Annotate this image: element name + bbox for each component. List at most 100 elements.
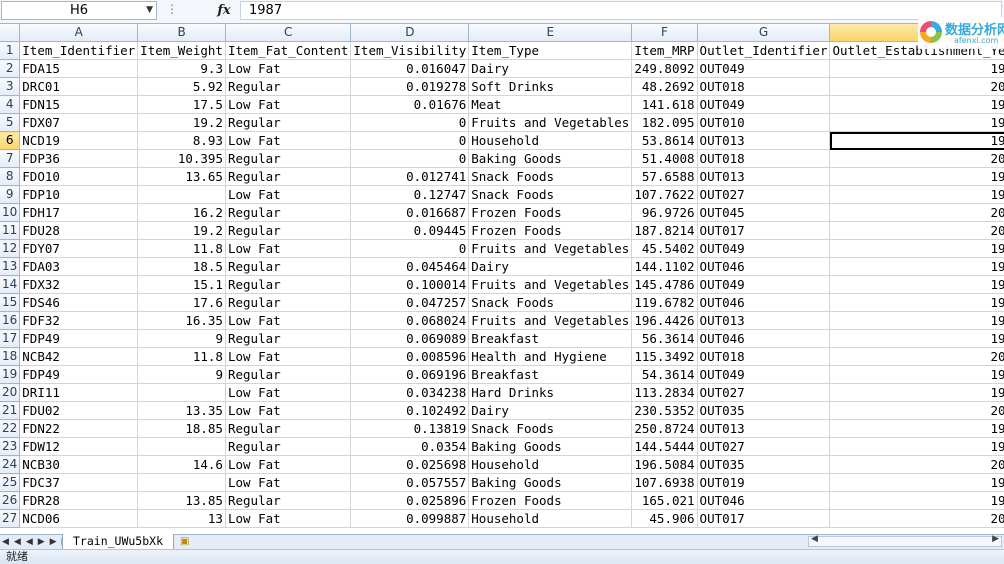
drag-handle-icon[interactable]: ⋮ (166, 2, 178, 16)
scroll-left-icon[interactable]: ◀ (811, 534, 818, 544)
row-header[interactable]: 11 (0, 221, 21, 240)
cell[interactable]: 13.85 (137, 491, 226, 510)
cell[interactable]: 18.85 (137, 419, 226, 438)
cell[interactable]: 0.047257 (350, 293, 470, 312)
cell[interactable]: 107.6938 (631, 473, 698, 492)
cell[interactable]: OUT017 (697, 221, 831, 240)
row-header[interactable]: 14 (0, 275, 21, 294)
row-header[interactable]: 27 (0, 509, 21, 528)
cell[interactable]: Regular (225, 77, 352, 96)
horizontal-scrollbar[interactable]: ◀ ▶ (808, 534, 1002, 547)
cell[interactable]: 144.5444 (631, 437, 698, 456)
row-header[interactable]: 12 (0, 239, 21, 258)
cell[interactable]: Dairy (468, 59, 633, 78)
cell[interactable]: 0 (350, 131, 470, 150)
cell[interactable]: 187.8214 (631, 221, 698, 240)
cell[interactable]: FDX32 (19, 275, 139, 294)
cell[interactable]: FDP36 (19, 149, 139, 168)
cell[interactable]: Low Fat (225, 509, 352, 528)
cell[interactable]: 196.4426 (631, 311, 698, 330)
cell[interactable]: Snack Foods (468, 293, 633, 312)
cell[interactable]: NCD06 (19, 509, 139, 528)
cell[interactable]: 2004 (829, 401, 1004, 420)
cell[interactable]: Health and Hygiene (468, 347, 633, 366)
cell[interactable]: Household (468, 509, 633, 528)
cell[interactable]: 18.5 (137, 257, 226, 276)
cell[interactable]: Item_Weight (137, 41, 226, 60)
row-header[interactable]: 24 (0, 455, 21, 474)
cell[interactable]: OUT049 (697, 275, 831, 294)
cell[interactable]: 113.2834 (631, 383, 698, 402)
cell[interactable]: Low Fat (225, 455, 352, 474)
cell[interactable]: FDS46 (19, 293, 139, 312)
insert-sheet-icon[interactable]: ▣ (180, 535, 189, 549)
cell[interactable]: 0.100014 (350, 275, 470, 294)
chevron-down-icon[interactable]: ▼ (146, 2, 153, 19)
cell[interactable]: 2007 (829, 509, 1004, 528)
cell[interactable]: Low Fat (225, 239, 352, 258)
cell[interactable]: 165.021 (631, 491, 698, 510)
cell[interactable]: 182.095 (631, 113, 698, 132)
cell[interactable]: Snack Foods (468, 167, 633, 186)
cell[interactable]: 5.92 (137, 77, 226, 96)
cell[interactable]: 9 (137, 365, 226, 384)
cell[interactable]: 96.9726 (631, 203, 698, 222)
cell[interactable] (137, 437, 226, 456)
cell[interactable]: 141.618 (631, 95, 698, 114)
cell[interactable]: 9 (137, 329, 226, 348)
cell[interactable]: 0.034238 (350, 383, 470, 402)
cell[interactable]: OUT046 (697, 257, 831, 276)
cell[interactable]: Hard Drinks (468, 383, 633, 402)
cell[interactable]: 45.906 (631, 509, 698, 528)
cell[interactable]: Item_Type (468, 41, 633, 60)
cell[interactable]: Fruits and Vegetables (468, 239, 633, 258)
cell[interactable]: 2009 (829, 77, 1004, 96)
cell[interactable]: Low Fat (225, 401, 352, 420)
cell[interactable]: Baking Goods (468, 437, 633, 456)
cell[interactable]: FDX07 (19, 113, 139, 132)
cell[interactable]: DRI11 (19, 383, 139, 402)
cell[interactable]: Low Fat (225, 311, 352, 330)
cell[interactable]: Breakfast (468, 365, 633, 384)
cell[interactable]: 0.025698 (350, 455, 470, 474)
cell[interactable]: Regular (225, 257, 352, 276)
row-header[interactable]: 6 (0, 131, 21, 150)
cell[interactable]: 0 (350, 149, 470, 168)
cell[interactable]: 1985 (829, 473, 1004, 492)
cell[interactable]: 9.3 (137, 59, 226, 78)
cell[interactable]: Item_Identifier (19, 41, 139, 60)
select-all-corner[interactable] (0, 24, 21, 42)
cell[interactable]: 0.069196 (350, 365, 470, 384)
cell[interactable]: Regular (225, 113, 352, 132)
row-header[interactable]: 1 (0, 41, 21, 60)
cell[interactable]: 1985 (829, 383, 1004, 402)
cell[interactable]: 45.5402 (631, 239, 698, 258)
column-header[interactable]: A (19, 24, 139, 42)
row-header[interactable]: 2 (0, 59, 21, 78)
cell[interactable]: 1999 (829, 239, 1004, 258)
cell[interactable]: 1999 (829, 365, 1004, 384)
row-header[interactable]: 26 (0, 491, 21, 510)
row-header[interactable]: 25 (0, 473, 21, 492)
cell[interactable]: 1987 (829, 311, 1004, 330)
cell[interactable]: 1999 (829, 275, 1004, 294)
cell[interactable]: Low Fat (225, 347, 352, 366)
cell[interactable]: OUT049 (697, 95, 831, 114)
cell[interactable]: Regular (225, 419, 352, 438)
cell[interactable]: OUT035 (697, 401, 831, 420)
cell[interactable]: 0.13819 (350, 419, 470, 438)
cell[interactable]: 2007 (829, 221, 1004, 240)
name-box[interactable]: H6 ▼ (1, 1, 157, 20)
cell[interactable]: FDP49 (19, 365, 139, 384)
cell[interactable]: 17.6 (137, 293, 226, 312)
cell[interactable]: FDC37 (19, 473, 139, 492)
cell[interactable]: OUT018 (697, 77, 831, 96)
cell[interactable]: Frozen Foods (468, 491, 633, 510)
cell[interactable]: 11.8 (137, 239, 226, 258)
cell[interactable]: OUT018 (697, 149, 831, 168)
cell[interactable]: 1998 (829, 113, 1004, 132)
cell[interactable]: 107.7622 (631, 185, 698, 204)
cell[interactable]: 10.395 (137, 149, 226, 168)
cell[interactable]: 0 (350, 113, 470, 132)
cell[interactable]: 1985 (829, 437, 1004, 456)
